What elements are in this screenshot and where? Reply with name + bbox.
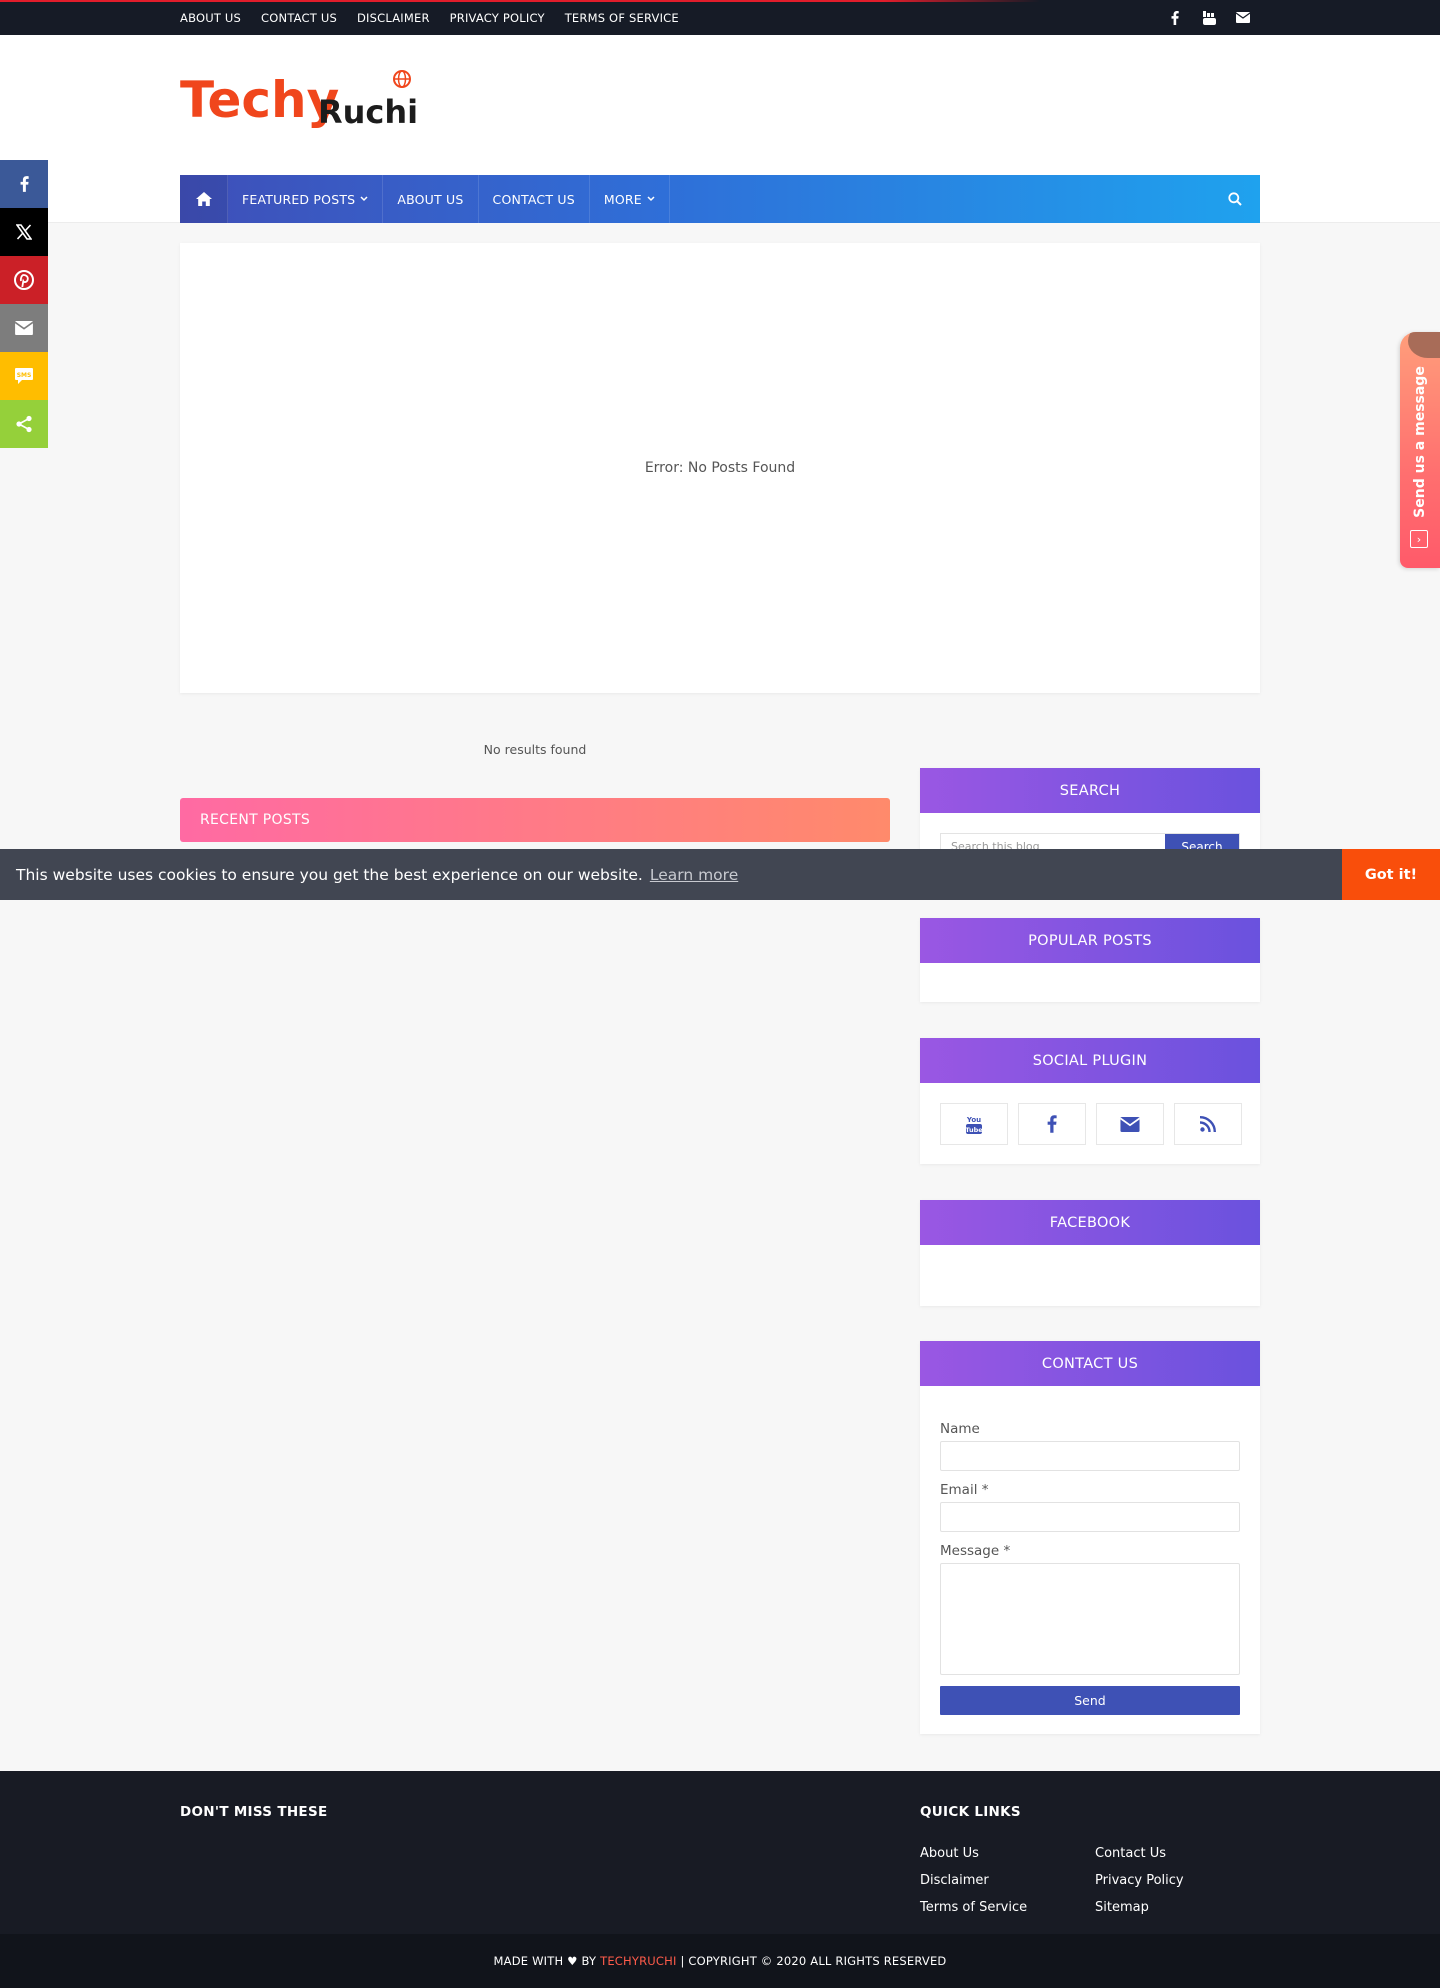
search-icon bbox=[1228, 192, 1242, 206]
svg-text:You: You bbox=[966, 1116, 981, 1124]
social-plugin-widget: SOCIAL PLUGIN You Tube bbox=[920, 1038, 1260, 1164]
contact-widget: CONTACT US Name Email * Message * Send bbox=[920, 1341, 1260, 1734]
made-with-text: MADE WITH ♥ BY bbox=[493, 1954, 597, 1968]
footer-link-terms[interactable]: Terms of Service bbox=[920, 1900, 1027, 1915]
send-message-label: Send us a message bbox=[1412, 366, 1428, 518]
nav-home[interactable] bbox=[180, 175, 228, 223]
facebook-widget-title: FACEBOOK bbox=[920, 1200, 1260, 1245]
footer-link-privacy[interactable]: Privacy Policy bbox=[1095, 1873, 1184, 1888]
pinterest-icon bbox=[14, 270, 34, 290]
site-header: Techy Ruchi FEATURED POSTS ABOUT US CONT… bbox=[0, 35, 1440, 223]
email-label: Email * bbox=[940, 1482, 989, 1498]
sms-icon: SMS bbox=[15, 368, 33, 384]
x-twitter-icon bbox=[16, 224, 32, 240]
facebook-widget: FACEBOOK bbox=[920, 1200, 1260, 1306]
dont-miss-title: DON'T MISS THESE bbox=[180, 1804, 328, 1820]
featured-error-message: Error: No Posts Found bbox=[644, 460, 796, 476]
nav-contact-us[interactable]: CONTACT US bbox=[479, 175, 590, 223]
social-plugin-icons: You Tube bbox=[940, 1103, 1242, 1145]
facebook-icon[interactable] bbox=[1158, 0, 1192, 35]
cookie-accept-button[interactable]: Got it! bbox=[1342, 849, 1440, 900]
nav-contact-label: CONTACT US bbox=[492, 191, 575, 207]
youtube-icon[interactable] bbox=[1192, 0, 1226, 35]
name-label: Name bbox=[940, 1421, 980, 1437]
featured-posts-area: Error: No Posts Found bbox=[180, 243, 1260, 693]
footer-link-sitemap[interactable]: Sitemap bbox=[1095, 1900, 1149, 1915]
logo-techy: Techy bbox=[180, 71, 339, 129]
chevron-down-icon bbox=[647, 196, 655, 202]
cookie-learn-more-link[interactable]: Learn more bbox=[650, 866, 738, 884]
facebook-icon bbox=[20, 176, 29, 192]
contact-widget-title: CONTACT US bbox=[920, 1341, 1260, 1386]
top-link-about[interactable]: ABOUT US bbox=[180, 11, 241, 25]
footer-link-contact[interactable]: Contact Us bbox=[1095, 1846, 1166, 1861]
svg-text:SMS: SMS bbox=[17, 372, 32, 379]
share-pinterest-button[interactable] bbox=[0, 256, 48, 304]
popular-posts-title: POPULAR POSTS bbox=[920, 918, 1260, 963]
facebook-icon[interactable] bbox=[1018, 1103, 1086, 1145]
share-sms-button[interactable]: SMS bbox=[0, 352, 48, 400]
tab-corner-decoration bbox=[1408, 332, 1440, 358]
top-link-disclaimer[interactable]: DISCLAIMER bbox=[357, 11, 430, 25]
chevron-down-icon bbox=[360, 196, 368, 202]
quick-links-title: QUICK LINKS bbox=[920, 1804, 1021, 1820]
nav-about-label: ABOUT US bbox=[397, 191, 464, 207]
message-icon: › bbox=[1410, 530, 1428, 548]
top-bar: ABOUT US CONTACT US DISCLAIMER PRIVACY P… bbox=[0, 0, 1440, 35]
send-message-tab[interactable]: Send us a message › bbox=[1400, 332, 1440, 568]
email-field[interactable] bbox=[940, 1502, 1240, 1532]
svg-text:Tube: Tube bbox=[965, 1126, 983, 1134]
copyright-text: | COPYRIGHT © 2020 ALL RIGHTS RESERVED bbox=[680, 1954, 947, 1968]
youtube-icon[interactable]: You Tube bbox=[940, 1103, 1008, 1145]
message-field[interactable] bbox=[940, 1563, 1240, 1675]
footer-link-about[interactable]: About Us bbox=[920, 1846, 979, 1861]
footer-link-disclaimer[interactable]: Disclaimer bbox=[920, 1873, 989, 1888]
nav-more[interactable]: MORE bbox=[590, 175, 670, 223]
site-footer: DON'T MISS THESE QUICK LINKS About Us Co… bbox=[0, 1771, 1440, 1934]
social-plugin-title: SOCIAL PLUGIN bbox=[920, 1038, 1260, 1083]
nav-featured-posts[interactable]: FEATURED POSTS bbox=[228, 175, 384, 223]
top-social bbox=[1158, 0, 1260, 35]
send-message-label-wrap: Send us a message bbox=[1410, 362, 1430, 522]
message-label: Message * bbox=[940, 1543, 1011, 1559]
envelope-icon[interactable] bbox=[1226, 0, 1260, 35]
nav-search[interactable] bbox=[1210, 175, 1260, 223]
popular-posts-widget: POPULAR POSTS bbox=[920, 918, 1260, 1002]
brand-link[interactable]: TECHYRUCHI bbox=[600, 1954, 676, 1968]
email-icon bbox=[15, 321, 33, 335]
nav-featured-label: FEATURED POSTS bbox=[242, 191, 356, 207]
no-results-text: No results found bbox=[483, 742, 587, 757]
cookie-banner: This website uses cookies to ensure you … bbox=[0, 849, 1440, 900]
search-widget: SEARCH Search this blog Search bbox=[920, 768, 1260, 863]
cookie-text: This website uses cookies to ensure you … bbox=[16, 865, 643, 884]
site-logo[interactable]: Techy Ruchi bbox=[180, 65, 420, 135]
home-icon bbox=[195, 192, 212, 206]
rss-icon[interactable] bbox=[1174, 1103, 1242, 1145]
name-field[interactable] bbox=[940, 1441, 1240, 1471]
logo-ruchi: Ruchi bbox=[318, 93, 418, 131]
nav-more-label: MORE bbox=[603, 191, 642, 207]
share-x-button[interactable] bbox=[0, 208, 48, 256]
main-nav: FEATURED POSTS ABOUT US CONTACT US MORE bbox=[180, 175, 1260, 223]
nav-about-us[interactable]: ABOUT US bbox=[383, 175, 479, 223]
recent-posts-title: RECENT POSTS bbox=[180, 798, 890, 842]
share-facebook-button[interactable] bbox=[0, 160, 48, 208]
top-link-terms[interactable]: TERMS OF SERVICE bbox=[565, 11, 679, 25]
top-link-privacy[interactable]: PRIVACY POLICY bbox=[450, 11, 545, 25]
search-widget-title: SEARCH bbox=[920, 768, 1260, 813]
send-button[interactable]: Send bbox=[940, 1686, 1240, 1715]
top-link-contact[interactable]: CONTACT US bbox=[261, 11, 337, 25]
top-links: ABOUT US CONTACT US DISCLAIMER PRIVACY P… bbox=[180, 0, 699, 35]
share-bar: SMS bbox=[0, 160, 48, 448]
envelope-icon[interactable] bbox=[1096, 1103, 1164, 1145]
share-icon bbox=[16, 415, 32, 433]
share-more-button[interactable] bbox=[0, 400, 48, 448]
copyright-bar: MADE WITH ♥ BY TECHYRUCHI | COPYRIGHT © … bbox=[0, 1934, 1440, 1988]
globe-icon bbox=[393, 70, 411, 88]
share-email-button[interactable] bbox=[0, 304, 48, 352]
